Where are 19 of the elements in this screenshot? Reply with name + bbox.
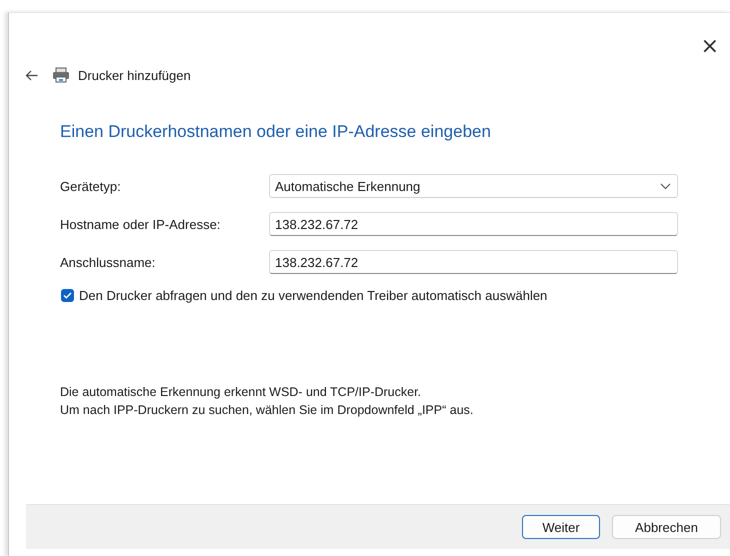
field-label: Gerätetyp: [60,178,122,194]
input-field[interactable]: 138.232.67.72 [269,250,678,274]
field-label: Hostname oder IP-Adresse: [60,216,222,232]
info-text: Um nach IPP-Druckern zu suchen, wählen Sie im Dropdownfeld „IPP“ aus. [60,402,474,419]
printer-icon [52,67,70,83]
window-title: Drucker hinzufügen [78,68,191,82]
device-type-dropdown[interactable]: Automatische Erkennung [269,174,678,198]
checkbox-label: Den Drucker abfragen und den zu verwendenden Treiber automatisch auswählen [79,288,548,303]
next-button[interactable]: Weiter [522,515,600,539]
back-arrow-icon[interactable] [25,70,38,80]
checkmark-icon [63,292,72,299]
page-heading: Einen Druckerhostnamen oder eine IP-Adresse eingeben [60,122,492,142]
close-button[interactable]: × [698,37,721,57]
info-text: Die automatische Erkennung erkennt WSD- und TCP/IP-Drucker. [60,384,422,401]
input-field[interactable]: 138.232.67.72 [269,212,678,236]
checkbox[interactable] [61,289,74,302]
chevron-down-icon [660,182,671,190]
cancel-button[interactable]: Abbrechen [612,515,721,539]
field-label: Anschlussname: [60,254,156,270]
